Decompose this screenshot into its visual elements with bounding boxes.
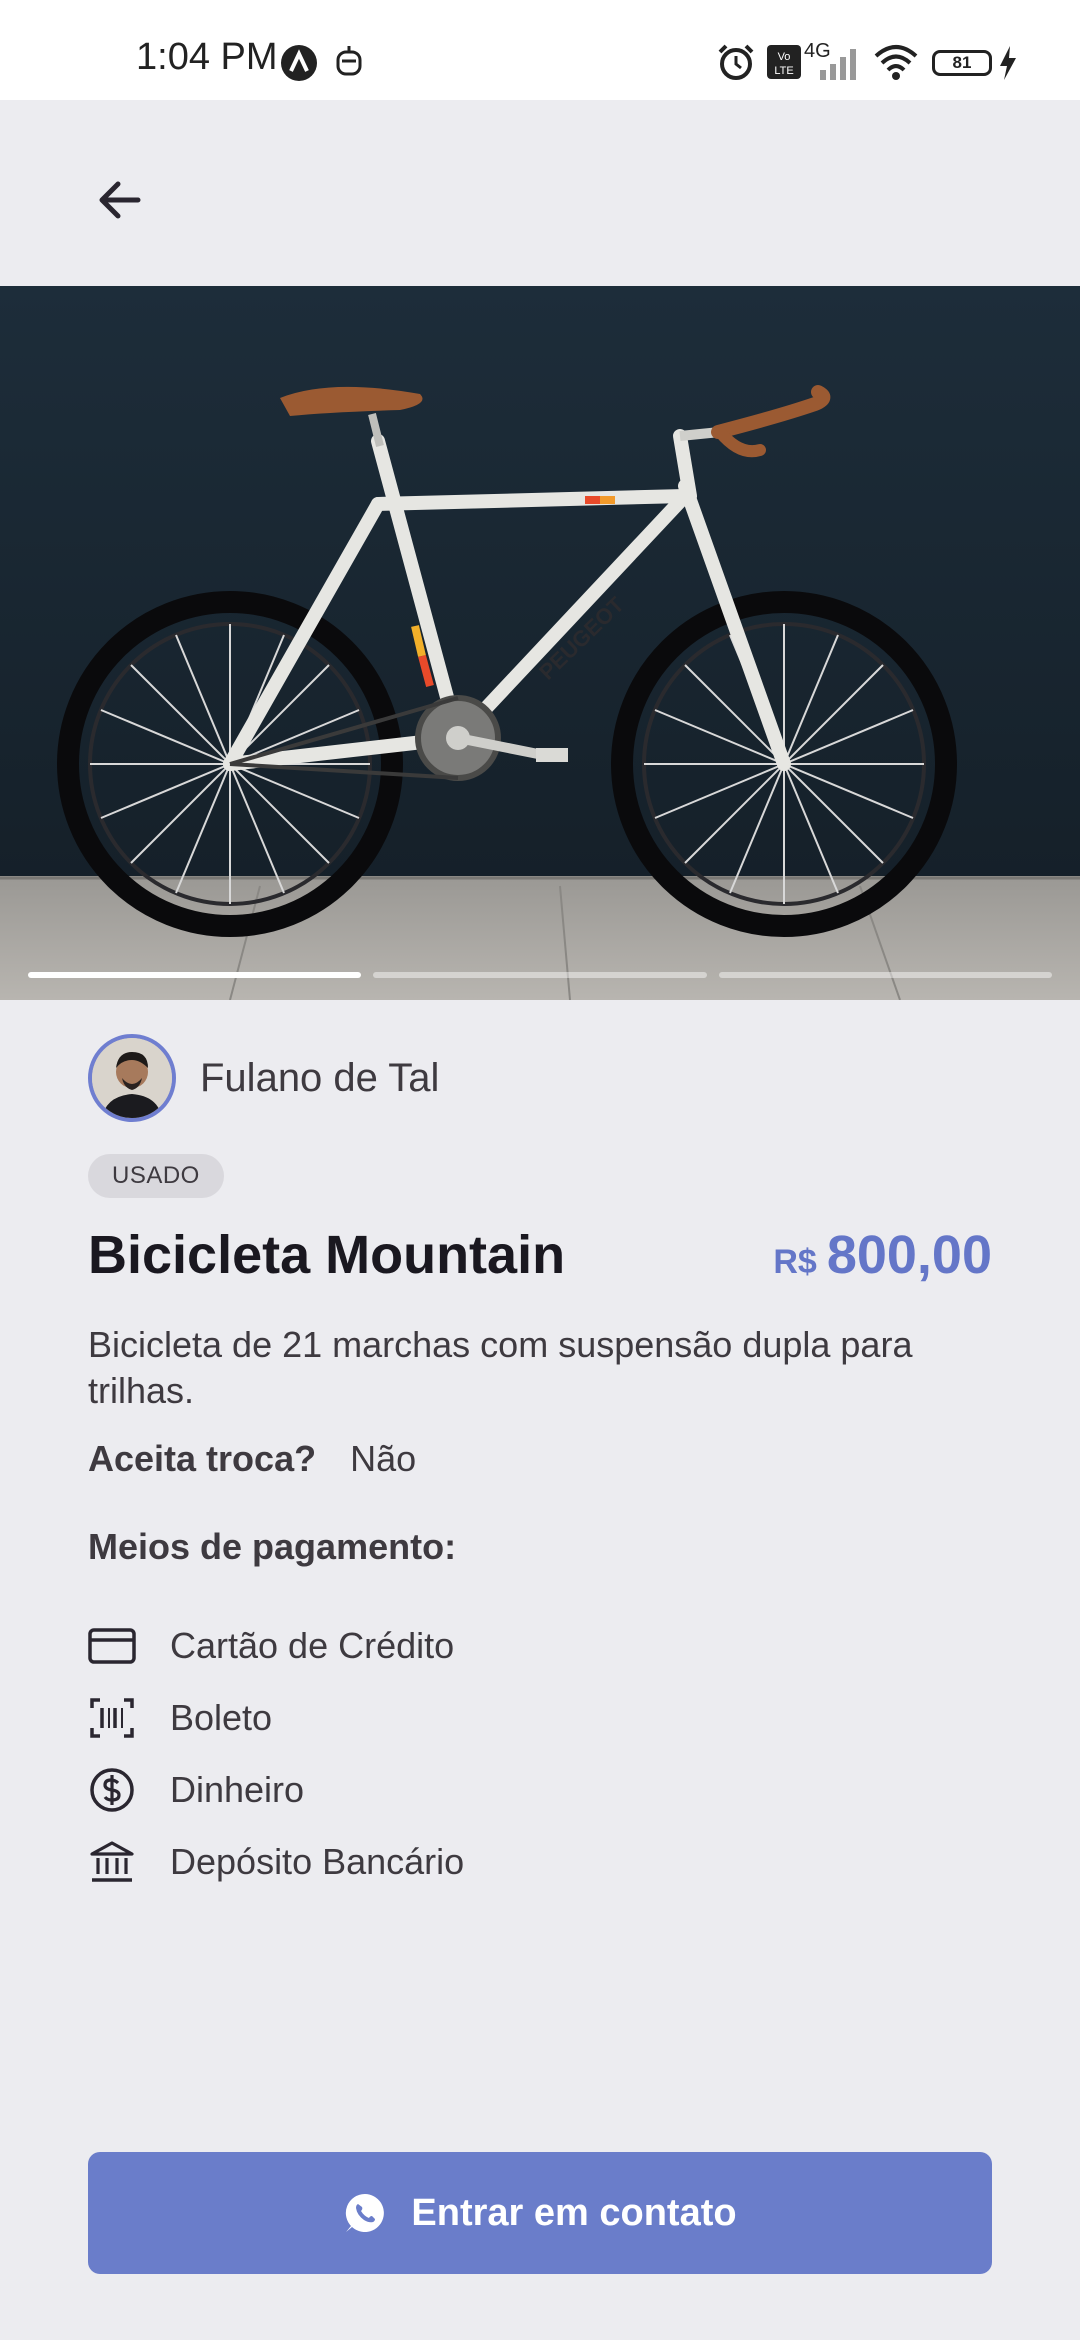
payment-methods-title: Meios de pagamento: — [88, 1526, 457, 1567]
back-button[interactable] — [80, 160, 160, 240]
contact-button[interactable]: Entrar em contato — [88, 2152, 992, 2274]
product-image-carousel[interactable]: PEUGEOT — [0, 286, 1080, 1000]
app-header — [0, 100, 1080, 286]
contact-button-label: Entrar em contato — [411, 2191, 737, 2234]
svg-text:Vo: Vo — [778, 51, 791, 63]
payment-method-label: Boleto — [170, 1697, 273, 1738]
carousel-indicator-2[interactable] — [373, 972, 707, 978]
seller-name: Fulano de Tal — [200, 1055, 440, 1100]
alarm-icon — [718, 44, 754, 80]
carousel-indicator-3[interactable] — [718, 972, 1052, 978]
payment-methods-list: Cartão de Crédito Boleto Dinheiro Depósi… — [88, 1610, 464, 1898]
battery-icon: 81 — [932, 50, 992, 76]
whatsapp-icon — [343, 2191, 387, 2235]
trade-label: Aceita troca? — [88, 1438, 317, 1479]
volte-icon: Vo LTE — [767, 45, 801, 79]
carousel-indicators — [28, 972, 1052, 978]
signal-icon — [820, 49, 856, 80]
avatar — [88, 1034, 176, 1122]
payment-method-credit-card: Cartão de Crédito — [88, 1610, 464, 1682]
credit-card-icon — [88, 1622, 136, 1670]
svg-text:LTE: LTE — [774, 65, 793, 77]
payment-method-bank-deposit: Depósito Bancário — [88, 1826, 464, 1898]
product-price: R$ 800,00 — [773, 1224, 992, 1286]
price-currency: R$ — [773, 1243, 817, 1281]
wifi-icon — [874, 45, 918, 80]
barcode-icon — [88, 1694, 136, 1742]
robot-notification-icon — [336, 46, 362, 76]
app-notification-icon — [281, 45, 317, 81]
payment-method-label: Dinheiro — [170, 1769, 305, 1810]
user-avatar-image — [92, 1038, 172, 1118]
price-value: 800,00 — [826, 1225, 992, 1285]
product-image: PEUGEOT — [0, 286, 1080, 1000]
product-title: Bicicleta Mountain — [88, 1225, 566, 1285]
carousel-indicator-1[interactable] — [28, 972, 362, 978]
charging-icon — [1000, 46, 1016, 80]
money-icon — [88, 1766, 136, 1814]
status-time: 1:04 PM — [136, 36, 278, 78]
payment-method-boleto: Boleto — [88, 1682, 464, 1754]
product-description: Bicicleta de 21 marchas com suspensão du… — [88, 1324, 913, 1411]
trade-value: Não — [350, 1438, 417, 1479]
status-bar: 1:04 PM Vo LTE 4G 81 — [0, 0, 1080, 100]
arrow-left-icon — [99, 181, 141, 219]
battery-level: 81 — [952, 53, 972, 72]
condition-badge: USADO — [88, 1154, 224, 1198]
payment-method-label: Depósito Bancário — [170, 1841, 465, 1882]
trade-row: Aceita troca? Não — [88, 1438, 416, 1480]
title-row: Bicicleta Mountain R$ 800,00 — [88, 1220, 992, 1290]
payment-method-cash: Dinheiro — [88, 1754, 464, 1826]
bank-icon — [88, 1838, 136, 1886]
payment-method-label: Cartão de Crédito — [170, 1625, 455, 1666]
seller-info: Fulano de Tal — [88, 1034, 439, 1122]
